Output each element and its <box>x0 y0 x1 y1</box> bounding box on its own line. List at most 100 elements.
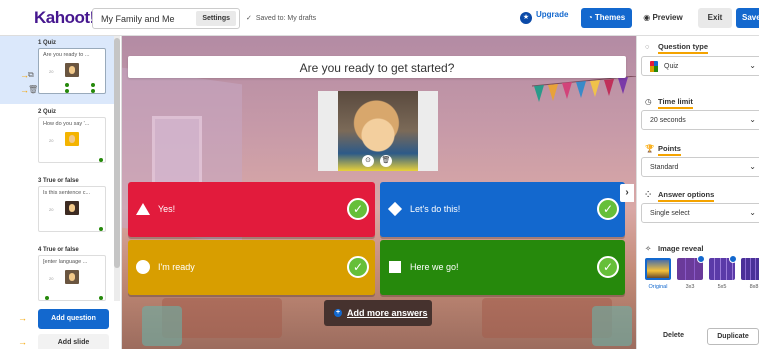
question-image <box>338 91 418 171</box>
slide-thumbnail[interactable]: How do you say '... 20 <box>38 117 106 163</box>
background-window <box>152 116 202 186</box>
delete-slide-icon[interactable]: 🗑 <box>28 85 38 94</box>
exit-button[interactable]: Exit <box>698 8 732 28</box>
upgrade-button[interactable]: ★ Upgrade <box>520 10 568 24</box>
chevron-down-icon: ⌄ <box>749 61 756 70</box>
slide-time: 20 <box>49 138 54 143</box>
question-type-value: Quiz <box>664 63 679 70</box>
answer-options-value: Single select <box>650 210 690 217</box>
preview-label: Preview <box>652 13 683 22</box>
points-select[interactable]: Standard ⌄ <box>641 157 759 177</box>
settings-panel: ◌ Question type Quiz ⌄ ◷ Time limit 20 sec… <box>636 36 759 349</box>
slide-question-preview: How do you say '... <box>43 121 90 127</box>
sidebar-scrollbar[interactable] <box>114 36 120 301</box>
triangle-icon <box>136 203 150 215</box>
slide-item-3[interactable]: 3 True or false Is this sentence c... 20 <box>0 174 114 242</box>
correct-check-icon[interactable]: ✓ <box>597 198 619 220</box>
reveal-label: 8x8 <box>749 284 759 290</box>
zoom-icon[interactable]: ⊙ <box>362 155 374 167</box>
preview-button[interactable]: ◉ Preview <box>638 8 688 28</box>
diamond-icon <box>387 201 403 217</box>
collapse-panel-chevron-icon[interactable]: › <box>620 184 634 202</box>
answer-4[interactable]: Here we go! ✓ <box>380 240 625 295</box>
slide-time: 20 <box>49 69 54 74</box>
chevron-down-icon: ⌄ <box>749 208 756 217</box>
slide-thumbnail[interactable]: [enter language ... 20 <box>38 255 106 301</box>
themes-button[interactable]: ◔ Themes <box>581 8 632 28</box>
answer-dot <box>99 158 103 162</box>
kahoot-title-field[interactable]: My Family and Me Settings <box>92 8 240 29</box>
slide-question-preview: Is this sentence c... <box>43 190 91 196</box>
trophy-icon: 🏆 <box>645 144 655 153</box>
slide-item-2[interactable]: 2 Quiz How do you say '... 20 <box>0 105 114 173</box>
premium-badge-icon <box>697 255 705 263</box>
image-reveal-options: Original 3x3 5x5 8x8 <box>645 255 759 296</box>
delete-button[interactable]: Delete <box>663 332 684 339</box>
check-icon: ✓ <box>246 15 252 22</box>
answer-1[interactable]: Yes! ✓ <box>128 182 375 237</box>
reveal-label: 5x5 <box>717 284 727 290</box>
background-bunting <box>532 76 636 102</box>
add-question-button[interactable]: Add question <box>38 309 109 329</box>
points-heading-text: Points <box>658 144 681 156</box>
slide-answer-dots <box>45 83 101 93</box>
correct-check-icon[interactable]: ✓ <box>347 256 369 278</box>
add-more-answers-label: Add more answers <box>347 308 428 318</box>
themes-label: Themes <box>594 13 626 22</box>
answer-3[interactable]: I'm ready ✓ <box>128 240 375 295</box>
answer-dot <box>45 296 49 300</box>
sidebar-scrollbar-thumb[interactable] <box>114 38 120 268</box>
question-text: Are you ready to get started? <box>299 61 455 75</box>
slide-question-preview: Are you ready to ... <box>43 52 90 58</box>
slide-sidebar: 1 Quiz Are you ready to ... 20 ⧉ 🗑 → → 2… <box>0 36 122 349</box>
reveal-label: 3x3 <box>685 284 695 290</box>
background-chair <box>592 306 632 346</box>
reveal-option-5x5[interactable] <box>709 255 737 280</box>
answer-options-heading: ⁘ Answer options <box>645 190 715 202</box>
saved-status: ✓ Saved to: My drafts <box>246 14 316 22</box>
answer-text[interactable]: Let's do this! <box>410 204 460 214</box>
settings-button[interactable]: Settings <box>196 11 236 26</box>
correct-check-icon[interactable]: ✓ <box>597 256 619 278</box>
add-more-answers-button[interactable]: + Add more answers <box>324 300 432 326</box>
slide-time: 20 <box>49 207 54 212</box>
slide-answer-dots <box>45 290 103 300</box>
premium-badge-icon <box>729 255 737 263</box>
trash-icon[interactable]: 🗑 <box>380 155 392 167</box>
slide-thumbnail[interactable]: Is this sentence c... 20 <box>38 186 106 232</box>
background-chair <box>142 306 182 346</box>
reveal-option-3x3[interactable] <box>677 255 705 280</box>
answer-options-select[interactable]: Single select ⌄ <box>641 203 759 223</box>
answer-dot <box>91 89 95 93</box>
answer-text[interactable]: I'm ready <box>158 262 195 272</box>
upgrade-label: Upgrade <box>536 10 569 19</box>
question-media[interactable]: ⊙ 🗑 <box>318 91 438 171</box>
question-type-select[interactable]: Quiz ⌄ <box>641 56 759 76</box>
answer-text[interactable]: Here we go! <box>410 262 459 272</box>
reveal-option-original[interactable] <box>645 258 671 280</box>
plus-icon: + <box>334 309 342 317</box>
save-button[interactable]: Save <box>736 8 759 28</box>
points-heading: 🏆 Points <box>645 144 681 156</box>
answer-2[interactable]: Let's do this! ✓ <box>380 182 625 237</box>
add-slide-button[interactable]: Add slide <box>38 334 109 349</box>
answer-text[interactable]: Yes! <box>158 204 175 214</box>
slide-answer-dots <box>45 152 103 162</box>
slide-image <box>65 63 79 77</box>
slide-item-4[interactable]: 4 True or false [enter language ... 20 <box>0 243 114 311</box>
correct-check-icon[interactable]: ✓ <box>347 198 369 220</box>
reveal-option-8x8[interactable] <box>741 258 759 280</box>
slide-thumbnail[interactable]: Are you ready to ... 20 <box>38 48 106 94</box>
sparkle-icon: ✧ <box>645 244 652 253</box>
saved-status-text: Saved to: My drafts <box>255 15 317 22</box>
question-input[interactable]: Are you ready to get started? <box>128 56 626 78</box>
duplicate-button[interactable]: Duplicate <box>707 328 759 345</box>
time-limit-select[interactable]: 20 seconds ⌄ <box>641 110 759 130</box>
slide-type-label: 1 Quiz <box>38 40 57 46</box>
pointer-arrow-icon: → <box>20 85 29 95</box>
kahoot-logo[interactable]: Kahoot! <box>34 8 95 28</box>
slide-item-1[interactable]: 1 Quiz Are you ready to ... 20 ⧉ 🗑 <box>0 36 114 104</box>
answer-options-heading-text: Answer options <box>658 190 715 202</box>
points-value: Standard <box>650 164 679 171</box>
answer-dot <box>65 83 69 87</box>
